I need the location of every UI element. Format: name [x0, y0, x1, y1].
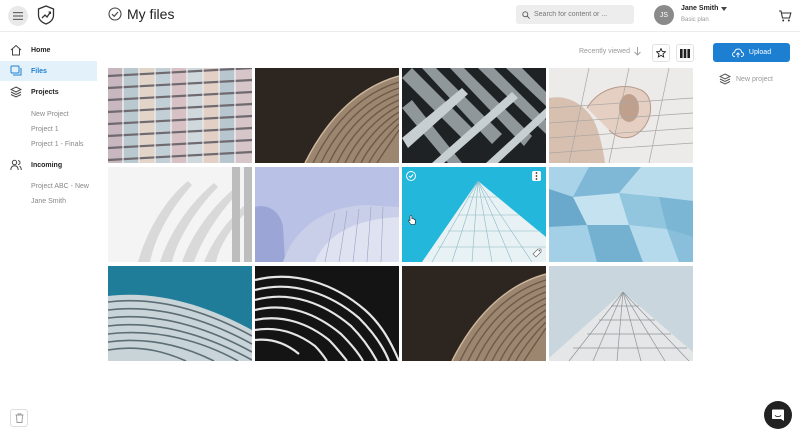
sidebar-item-incoming[interactable]: Incoming [0, 155, 97, 175]
sidebar-item-home[interactable]: Home [0, 40, 97, 60]
sidebar-item-label: Home [31, 46, 51, 54]
new-project-button[interactable]: New project [719, 73, 773, 85]
shield-logo-icon[interactable] [37, 5, 55, 25]
sort-dropdown[interactable]: Recently viewed [579, 47, 641, 56]
users-icon [10, 159, 22, 171]
incoming-item[interactable]: Jane Smith [0, 194, 97, 209]
page-title-group: My files [108, 6, 174, 22]
sort-label: Recently viewed [579, 48, 630, 55]
page-title: My files [127, 6, 175, 22]
cloud-upload-icon [731, 48, 744, 57]
search-input[interactable] [534, 11, 630, 18]
building-photo [255, 68, 399, 163]
project-item[interactable]: New Project [0, 107, 97, 122]
layers-icon [719, 73, 731, 85]
sidebar-item-label: Files [31, 67, 47, 75]
new-project-label: New project [736, 75, 773, 83]
caret-down-icon [721, 6, 728, 11]
tag-icon[interactable] [532, 248, 542, 258]
kebab-icon [535, 172, 538, 180]
file-thumbnail[interactable] [549, 167, 693, 262]
building-photo [549, 266, 693, 361]
sidebar: Home Files Projects New Project Project … [0, 40, 97, 209]
file-thumbnail[interactable] [549, 266, 693, 361]
building-photo [549, 68, 693, 163]
user-name: Jane Smith [681, 5, 719, 12]
building-photo [108, 266, 252, 361]
file-thumbnail[interactable] [255, 167, 399, 262]
file-thumbnail[interactable] [255, 266, 399, 361]
file-thumbnail[interactable] [549, 68, 693, 163]
hand-cursor-icon [408, 215, 416, 225]
file-thumbnail-selected[interactable] [402, 167, 546, 262]
project-item[interactable]: Project 1 - Finals [0, 137, 97, 152]
search-box[interactable] [516, 5, 634, 24]
file-thumbnail[interactable] [108, 266, 252, 361]
more-options-button[interactable] [532, 171, 541, 181]
sidebar-item-files[interactable]: Files [0, 61, 97, 81]
building-photo [402, 266, 546, 361]
building-photo [402, 167, 546, 262]
trash-icon [15, 413, 23, 423]
file-thumbnail[interactable] [108, 167, 252, 262]
hamburger-icon [13, 12, 23, 20]
sidebar-item-label: Incoming [31, 161, 63, 169]
avatar[interactable]: JS [654, 5, 674, 25]
favorites-button[interactable] [652, 44, 670, 62]
building-photo [255, 266, 399, 361]
sidebar-item-projects[interactable]: Projects [0, 82, 97, 102]
file-thumbnail[interactable] [402, 68, 546, 163]
building-photo [402, 68, 546, 163]
file-thumbnail[interactable] [255, 68, 399, 163]
select-checkbox[interactable] [406, 171, 416, 181]
upload-label: Upload [748, 49, 772, 56]
check-circle-icon [108, 7, 122, 21]
trash-button[interactable] [10, 409, 28, 427]
app-header: My files JS Jane Smith Basic plan [0, 0, 800, 32]
check-icon [408, 174, 414, 179]
layers-icon [10, 86, 22, 98]
upload-button[interactable]: Upload [713, 43, 790, 62]
files-icon [10, 65, 22, 76]
star-icon [656, 48, 666, 58]
sidebar-item-label: Projects [31, 88, 59, 96]
file-grid [108, 68, 693, 361]
file-thumbnail[interactable] [108, 68, 252, 163]
grid-view-button[interactable] [676, 44, 694, 62]
building-photo [108, 68, 252, 163]
search-icon [522, 10, 530, 19]
building-photo [255, 167, 399, 262]
menu-button[interactable] [8, 6, 28, 26]
incoming-item[interactable]: Project ABC - New [0, 179, 97, 194]
home-icon [10, 44, 22, 56]
arrow-down-icon [634, 47, 641, 56]
user-plan: Basic plan [681, 17, 709, 23]
columns-icon [680, 48, 690, 58]
building-photo [108, 167, 252, 262]
building-photo [549, 167, 693, 262]
cart-icon[interactable] [778, 9, 792, 23]
file-thumbnail[interactable] [402, 266, 546, 361]
chat-button[interactable] [764, 401, 792, 429]
user-menu[interactable]: Jane Smith [681, 5, 728, 12]
chat-icon [772, 409, 784, 421]
project-item[interactable]: Project 1 [0, 122, 97, 137]
